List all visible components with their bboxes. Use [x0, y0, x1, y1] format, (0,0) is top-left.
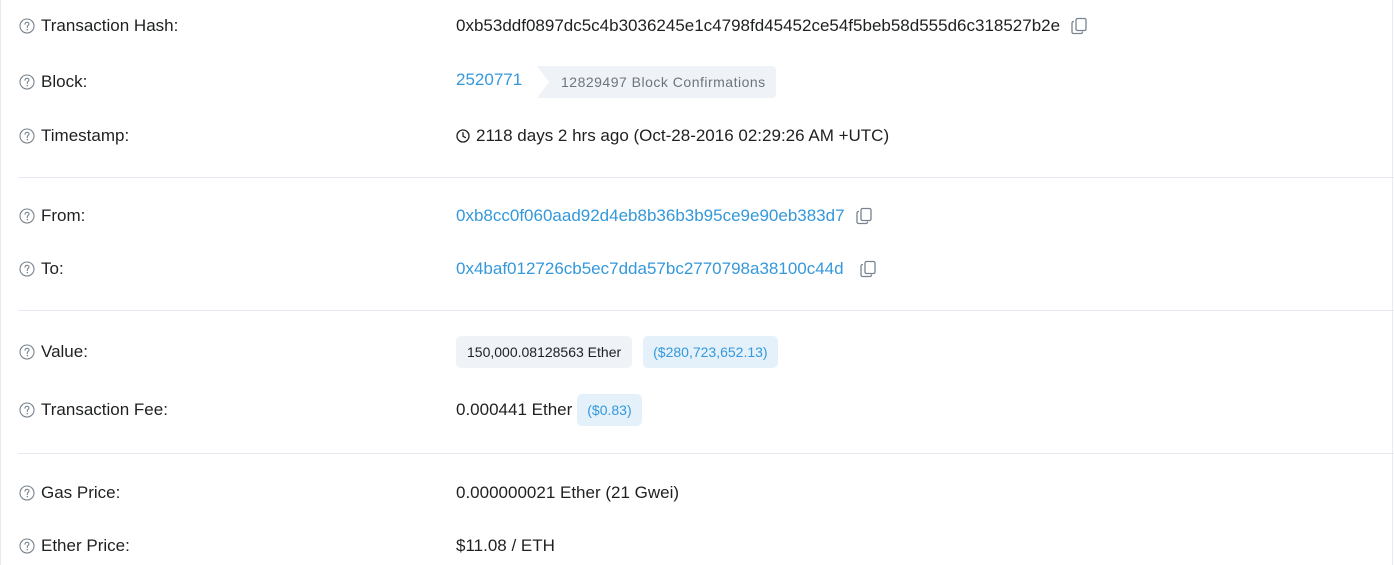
- label-text: Gas Price:: [41, 483, 121, 502]
- question-circle-icon[interactable]: [19, 261, 35, 277]
- value-transaction-hash: 0xb53ddf0897dc5c4b3036245e1c4798fd45452c…: [456, 16, 1088, 36]
- copy-icon[interactable]: [1070, 17, 1088, 35]
- row-transaction-hash: Transaction Hash: 0xb53ddf0897dc5c4b3036…: [1, 11, 1394, 41]
- section-divider: [18, 453, 1394, 454]
- question-circle-icon[interactable]: [19, 538, 35, 554]
- question-circle-icon[interactable]: [19, 208, 35, 224]
- question-circle-icon[interactable]: [19, 344, 35, 360]
- value-block: 2520771: [456, 70, 522, 90]
- label-text: Block:: [41, 72, 88, 91]
- row-to: To: 0x4baf012726cb5ec7dda57bc2770798a381…: [1, 254, 1394, 284]
- fee-usd-badge: ($0.83): [577, 394, 642, 426]
- value-from: 0xb8cc0f060aad92d4eb8b36b3b95ce9e90eb383…: [456, 206, 873, 226]
- to-address-link[interactable]: 0x4baf012726cb5ec7dda57bc2770798a38100c4…: [456, 259, 844, 279]
- row-ether-price: Ether Price: $11.08 / ETH: [1, 531, 1394, 561]
- transaction-details-panel: Transaction Hash: 0xb53ddf0897dc5c4b3036…: [0, 0, 1394, 565]
- row-block: Block: 2520771 12829497 Block Confirmati…: [1, 66, 1394, 98]
- label-timestamp: Timestamp:: [19, 126, 129, 146]
- row-gas-price: Gas Price: 0.000000021 Ether (21 Gwei): [1, 478, 1394, 508]
- label-text: Value:: [41, 342, 88, 361]
- block-confirmations-badge: 12829497 Block Confirmations: [537, 66, 776, 98]
- timestamp-text: 2118 days 2 hrs ago (Oct-28-2016 02:29:2…: [476, 126, 890, 145]
- label-gas-price: Gas Price:: [19, 483, 120, 503]
- question-circle-icon[interactable]: [19, 402, 35, 418]
- ether-price-text: $11.08 / ETH: [456, 536, 555, 555]
- label-value: Value:: [19, 342, 88, 362]
- label-from: From:: [19, 206, 85, 226]
- question-circle-icon[interactable]: [19, 485, 35, 501]
- label-text: From:: [41, 206, 86, 225]
- value-value: 150,000.08128563 Ether ($280,723,652.13): [456, 336, 778, 368]
- section-divider: [18, 310, 1394, 311]
- copy-icon[interactable]: [859, 260, 877, 278]
- ether-value-badge: 150,000.08128563 Ether: [456, 336, 633, 368]
- value-gas-price: 0.000000021 Ether (21 Gwei): [456, 483, 679, 503]
- fee-ether-text: 0.000441 Ether: [456, 400, 573, 419]
- label-to: To:: [19, 259, 64, 279]
- label-ether-price: Ether Price:: [19, 536, 130, 556]
- row-from: From: 0xb8cc0f060aad92d4eb8b36b3b95ce9e9…: [1, 201, 1394, 231]
- value-timestamp: 2118 days 2 hrs ago (Oct-28-2016 02:29:2…: [456, 126, 889, 146]
- label-text: Transaction Fee:: [41, 400, 168, 419]
- question-circle-icon[interactable]: [19, 18, 35, 34]
- label-text: Ether Price:: [41, 536, 130, 555]
- question-circle-icon[interactable]: [19, 74, 35, 90]
- label-block: Block:: [19, 72, 87, 92]
- label-text: Timestamp:: [41, 126, 130, 145]
- label-transaction-hash: Transaction Hash:: [19, 16, 178, 36]
- label-transaction-fee: Transaction Fee:: [19, 400, 168, 420]
- usd-value-badge: ($280,723,652.13): [643, 336, 778, 368]
- value-to: 0x4baf012726cb5ec7dda57bc2770798a38100c4…: [456, 259, 877, 279]
- block-number-link[interactable]: 2520771: [456, 70, 522, 90]
- row-timestamp: Timestamp: 2118 days 2 hrs ago (Oct-28-2…: [1, 121, 1394, 151]
- value-ether-price: $11.08 / ETH: [456, 536, 555, 556]
- copy-icon[interactable]: [855, 207, 873, 225]
- value-transaction-fee: 0.000441 Ether ($0.83): [456, 394, 642, 426]
- label-text: To:: [41, 259, 64, 278]
- transaction-hash-text: 0xb53ddf0897dc5c4b3036245e1c4798fd45452c…: [456, 16, 1061, 35]
- clock-icon: [456, 129, 470, 143]
- from-address-link[interactable]: 0xb8cc0f060aad92d4eb8b36b3b95ce9e90eb383…: [456, 206, 845, 226]
- section-divider: [18, 177, 1394, 178]
- row-transaction-fee: Transaction Fee: 0.000441 Ether ($0.83): [1, 394, 1394, 426]
- question-circle-icon[interactable]: [19, 128, 35, 144]
- label-text: Transaction Hash:: [41, 16, 179, 35]
- gas-price-text: 0.000000021 Ether (21 Gwei): [456, 483, 680, 502]
- row-value: Value: 150,000.08128563 Ether ($280,723,…: [1, 336, 1394, 368]
